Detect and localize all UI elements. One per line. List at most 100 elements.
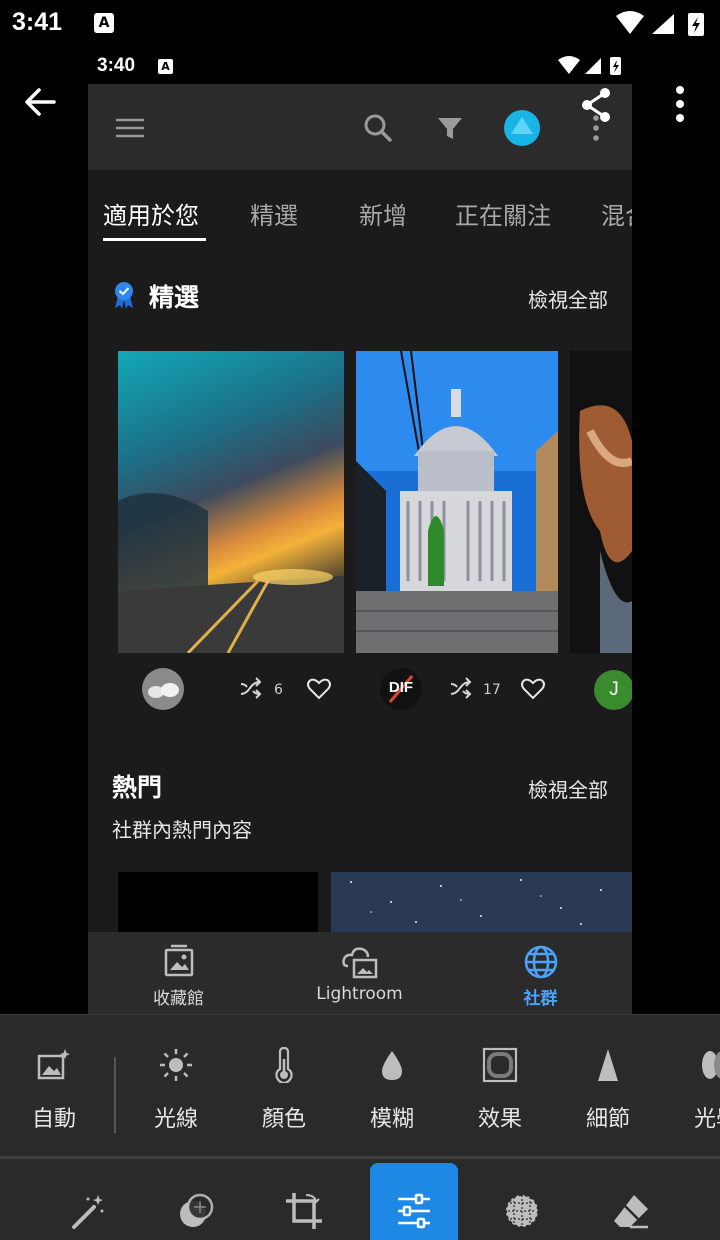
mode-adjust[interactable] <box>370 1163 458 1240</box>
featured-view-all-link[interactable]: 檢視全部 <box>528 284 608 313</box>
tool-divider <box>114 1057 116 1133</box>
tab-indicator <box>103 238 206 241</box>
tab-for-you[interactable]: 適用於您 <box>103 196 199 231</box>
heart-icon[interactable] <box>520 676 546 702</box>
sliders-icon <box>398 1193 430 1229</box>
tool-detail-label: 細節 <box>585 1107 630 1132</box>
nav-community[interactable]: 社群 <box>450 932 631 1014</box>
status-icons <box>616 11 704 36</box>
tool-light-label: 光線 <box>153 1107 198 1132</box>
nav-lightroom[interactable]: Lightroom <box>269 932 450 1014</box>
tab-featured[interactable]: 精選 <box>250 196 298 231</box>
notification-a-icon: A <box>94 13 114 33</box>
tool-effects[interactable]: 效果 <box>450 1015 550 1157</box>
featured-title: 精選 <box>149 283 200 312</box>
avatar <box>142 668 184 710</box>
overflow-menu-button[interactable] <box>660 80 700 128</box>
light-icon <box>160 1049 192 1081</box>
tool-optics-label: 光學 <box>693 1107 720 1132</box>
optics-icon <box>702 1051 720 1079</box>
nav-library-label: 收藏館 <box>153 989 204 1009</box>
share-button[interactable] <box>578 86 614 124</box>
app-bar <box>88 84 632 170</box>
remix-count-1: 6 <box>274 682 283 698</box>
crop-icon <box>286 1193 322 1229</box>
popular-view-all-link[interactable]: 檢視全部 <box>528 774 608 803</box>
filter-button[interactable] <box>430 108 470 148</box>
tool-optics[interactable]: 光學 <box>666 1015 720 1157</box>
inner-status-icons <box>558 56 621 75</box>
mode-selective[interactable] <box>478 1163 566 1240</box>
menu-icon <box>116 118 144 138</box>
edit-tools-panel: 自動 光線 顏色 模糊 效果 細節 光 <box>0 1014 720 1156</box>
tool-effects-label: 效果 <box>477 1107 522 1132</box>
effects-icon <box>482 1047 518 1083</box>
hamburger-menu-button[interactable] <box>110 108 150 148</box>
filter-icon <box>438 118 462 139</box>
feed-tabs: 適用於您 精選 新增 正在關注 混合 <box>88 170 632 248</box>
globe-icon <box>524 945 558 979</box>
inner-status-time: 3:40 <box>97 55 136 76</box>
blur-drop-icon <box>382 1051 402 1080</box>
mode-healing[interactable] <box>152 1163 240 1240</box>
shared-screenshot: 3:40 A 適用於您 精選 新增 正在關注 混合 <box>88 48 632 1014</box>
popular-photo-starry-sky[interactable] <box>331 872 632 932</box>
mode-eraser[interactable] <box>586 1163 674 1240</box>
award-ribbon-icon <box>115 282 133 309</box>
tool-blur-label: 模糊 <box>369 1107 414 1132</box>
creator-avatar-2[interactable]: DIF <box>380 668 422 710</box>
starry-sky-image <box>331 872 632 932</box>
featured-photo-cathedral[interactable] <box>356 351 558 653</box>
remix-count-2: 17 <box>483 682 501 698</box>
nav-library[interactable]: 收藏館 <box>88 932 269 1014</box>
heart-icon[interactable] <box>306 676 332 702</box>
inner-notification-a-icon: A <box>158 59 173 74</box>
tab-mixed[interactable]: 混合 <box>601 196 632 231</box>
selective-icon <box>505 1194 539 1228</box>
healing-icon <box>180 1193 214 1227</box>
featured-header: 精選 檢視全部 <box>88 274 632 314</box>
creator-avatar-1[interactable] <box>142 668 184 710</box>
cathedral-image <box>356 351 558 653</box>
featured-photo-sunset-road[interactable] <box>118 351 344 653</box>
sunset-road-image <box>118 351 344 653</box>
tool-blur[interactable]: 模糊 <box>342 1015 442 1157</box>
arrow-left-icon <box>25 88 56 116</box>
eraser-icon <box>614 1195 648 1229</box>
featured-photo-dancer[interactable] <box>570 351 632 653</box>
outer-status-bar: 3:41 A <box>0 0 720 48</box>
creator-avatar-2-text: DIF <box>388 679 414 696</box>
search-button[interactable] <box>358 108 398 148</box>
tool-detail[interactable]: 細節 <box>558 1015 658 1157</box>
creator-avatar-3[interactable]: J <box>594 670 632 710</box>
remix-icon[interactable] <box>448 676 474 702</box>
search-icon <box>364 114 392 142</box>
nav-community-label: 社群 <box>523 989 558 1009</box>
dancer-image <box>570 351 632 653</box>
tool-color[interactable]: 顏色 <box>234 1015 334 1157</box>
detail-icon <box>598 1049 618 1081</box>
inner-status-bar: 3:40 A <box>88 48 632 84</box>
more-vertical-icon <box>676 86 684 122</box>
edit-mode-bar <box>0 1159 720 1240</box>
app-bottom-nav: 收藏館 Lightroom 社群 <box>88 932 632 1014</box>
tool-light[interactable]: 光線 <box>126 1015 226 1157</box>
remix-icon[interactable] <box>238 676 264 702</box>
avatar <box>504 110 540 146</box>
mode-healing-wand[interactable] <box>44 1163 132 1240</box>
library-icon <box>164 944 194 977</box>
tool-auto[interactable]: 自動 <box>4 1015 104 1157</box>
tool-color-label: 顏色 <box>261 1107 306 1132</box>
status-time: 3:41 <box>12 8 63 36</box>
tab-new[interactable]: 新增 <box>359 196 407 231</box>
back-button[interactable] <box>18 80 62 124</box>
auto-icon <box>37 1049 70 1080</box>
popular-header: 熱門 檢視全部 社群內熱門內容 <box>88 764 632 844</box>
magic-wand-icon <box>72 1195 104 1229</box>
tab-following[interactable]: 正在關注 <box>455 196 551 231</box>
popular-photo-1[interactable] <box>118 872 318 932</box>
profile-avatar-button[interactable] <box>502 108 542 148</box>
popular-title: 熱門 <box>112 773 163 802</box>
mode-crop[interactable] <box>260 1163 348 1240</box>
nav-lightroom-label: Lightroom <box>316 984 403 1004</box>
